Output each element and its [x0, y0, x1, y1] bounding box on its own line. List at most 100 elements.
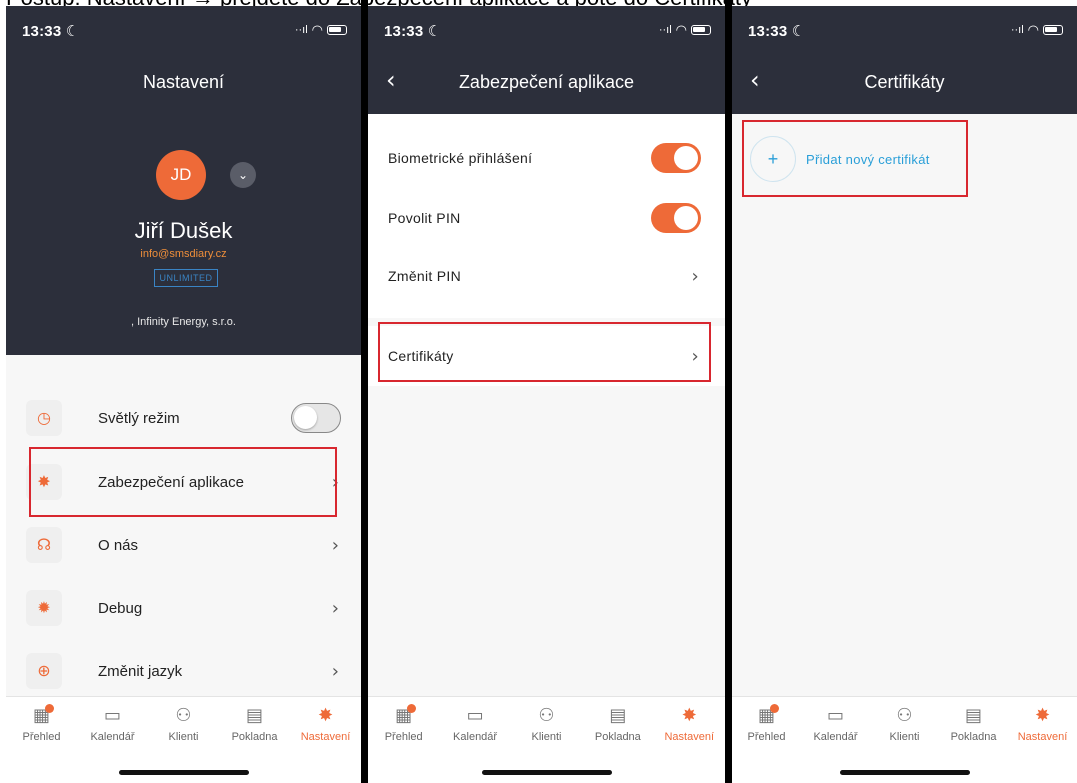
security-options: Biometrické přihlášení Povolit PIN Změni…: [368, 114, 725, 318]
calendar-icon: ▭: [466, 705, 484, 726]
screen-certificates: 13:33 ☾ ··ıl ◠ ‹ Certifikáty + Přidat no…: [732, 6, 1077, 783]
tab-calendar[interactable]: ▭ Kalendář: [803, 705, 869, 743]
speedometer-icon: ◷: [26, 400, 62, 436]
home-indicator: [118, 770, 249, 775]
screen-app-security: 13:33 ☾ ··ıl ◠ ‹ Zabezpečení aplikace Bi…: [368, 6, 725, 783]
tab-calendar[interactable]: ▭ Kalendář: [80, 705, 146, 743]
status-time: 13:33 ☾: [22, 23, 80, 40]
chevron-right-icon: ›: [331, 597, 339, 619]
divider: [725, 0, 732, 783]
home-indicator: [839, 770, 970, 775]
company-name: , Infinity Energy, s.r.o.: [131, 316, 236, 328]
nav-header: 13:33 ☾ ··ıl ◠ ‹ Zabezpečení aplikace: [368, 6, 725, 114]
highlight-box: [742, 120, 968, 197]
globe-icon: ⊕: [26, 653, 62, 689]
status-bar: 13:33 ☾ ··ıl ◠: [368, 6, 725, 56]
highlight-box: [29, 447, 337, 517]
wifi-icon: ◠: [1027, 22, 1039, 37]
tab-clients[interactable]: ⚇ Klienti: [151, 705, 217, 743]
page-title: Certifikáty: [864, 72, 945, 92]
row-label: Biometrické přihlášení: [388, 150, 533, 166]
menu-item-label: Debug: [98, 599, 143, 617]
home-indicator: [481, 770, 612, 775]
tab-overview[interactable]: ▦ Přehled: [734, 704, 800, 743]
page-title: Nastavení: [142, 72, 225, 92]
tab-bar: ▦ Přehled ▭ Kalendář ⚇ Klienti ▤ Pokladna ✸ N…: [732, 696, 1077, 783]
status-bar: 13:33 ☾ ··ıl ◠: [6, 6, 361, 56]
calendar-icon: ▭: [826, 705, 844, 726]
status-bar: 13:33 ☾ ··ıl ◠: [732, 6, 1077, 56]
pin-toggle[interactable]: [651, 203, 701, 233]
chevron-right-icon: ›: [691, 265, 699, 287]
receipt-icon: ▤: [609, 705, 627, 726]
status-time: 13:33 ☾: [748, 23, 806, 40]
bug-icon: ✹: [26, 590, 62, 626]
gear-icon: ✸: [681, 705, 697, 726]
receipt-icon: ▤: [245, 705, 263, 726]
tab-settings[interactable]: ✸ Nastavení: [656, 705, 722, 743]
row-label: Změnit PIN: [388, 268, 462, 284]
wifi-icon: ◠: [311, 22, 323, 37]
user-email: info@smsdiary.cz: [140, 248, 227, 260]
tab-settings[interactable]: ✸ Nastavení: [1010, 705, 1076, 743]
tab-clients[interactable]: ⚇ Klienti: [513, 705, 579, 743]
tab-clients[interactable]: ⚇ Klienti: [872, 705, 938, 743]
users-icon: ⚇: [896, 705, 913, 726]
screen-settings: 13:33 ☾ ··ıl ◠ Nastavení JD ⌄ Jiří Dušek…: [6, 6, 361, 783]
menu-item-label: Světlý režim: [98, 409, 180, 427]
page-title: Zabezpečení aplikace: [458, 72, 635, 92]
row-change-pin[interactable]: Změnit PIN ›: [388, 256, 701, 296]
status-icons: ··ıl ◠: [295, 22, 347, 38]
users-icon: ⚇: [538, 705, 555, 726]
tab-cashier[interactable]: ▤ Pokladna: [222, 705, 288, 743]
row-biometric-login: Biometrické přihlášení: [388, 138, 701, 178]
signal-icon: ··ıl: [294, 24, 308, 36]
wifi-icon: ◠: [675, 22, 687, 37]
battery-icon: [327, 25, 347, 35]
profile-header: 13:33 ☾ ··ıl ◠ Nastavení JD ⌄ Jiří Dušek…: [6, 6, 361, 355]
dashboard-icon: ▦: [395, 704, 417, 729]
tab-cashier[interactable]: ▤ Pokladna: [941, 705, 1007, 743]
gear-icon: ✸: [317, 705, 334, 726]
battery-icon: [691, 25, 711, 35]
menu-item-about[interactable]: ☊ O nás ›: [26, 515, 341, 575]
tab-overview[interactable]: ▦ Přehled: [9, 704, 75, 743]
status-icons: ··ıl ◠: [659, 22, 711, 38]
tab-settings[interactable]: ✸ Nastavení: [293, 705, 359, 743]
calendar-icon: ▭: [103, 705, 121, 726]
menu-item-label: Změnit jazyk: [98, 662, 183, 680]
tab-calendar[interactable]: ▭ Kalendář: [442, 705, 508, 743]
biometric-toggle[interactable]: [651, 143, 701, 173]
users-icon: ⚇: [175, 705, 192, 726]
menu-item-light-mode: ◷ Světlý režim: [26, 388, 341, 448]
dashboard-icon: ▦: [33, 704, 54, 729]
headphones-icon: ☊: [26, 527, 62, 563]
tab-cashier[interactable]: ▤ Pokladna: [585, 705, 651, 743]
tab-overview[interactable]: ▦ Přehled: [371, 704, 437, 743]
gear-icon: ✸: [1034, 705, 1051, 726]
avatar[interactable]: JD: [156, 150, 206, 200]
chevron-right-icon: ›: [331, 534, 339, 556]
tab-bar: ▦ Přehled ▭ Kalendář ⚇ Klienti ▤ Pokladna ✸ N…: [6, 696, 361, 783]
row-label: Povolit PIN: [388, 210, 461, 226]
tab-bar: ▦ Přehled ▭ Kalendář ⚇ Klienti ▤ Pokladna ✸ N…: [368, 696, 725, 783]
signal-icon: ··ıl: [1010, 24, 1024, 36]
chevron-right-icon: ›: [331, 660, 339, 682]
row-enable-pin: Povolit PIN: [388, 198, 701, 238]
highlight-box: [378, 322, 711, 382]
menu-item-debug[interactable]: ✹ Debug ›: [26, 578, 341, 638]
chevron-down-icon[interactable]: ⌄: [230, 162, 256, 188]
status-icons: ··ıl ◠: [1011, 22, 1063, 38]
menu-item-change-language[interactable]: ⊕ Změnit jazyk ›: [26, 641, 341, 701]
status-time: 13:33 ☾: [384, 23, 442, 40]
plan-badge: UNLIMITED: [154, 269, 218, 287]
dashboard-icon: ▦: [758, 704, 779, 729]
user-name: Jiří Dušek: [134, 218, 233, 243]
receipt-icon: ▤: [964, 705, 982, 726]
divider: [361, 0, 368, 783]
nav-header: 13:33 ☾ ··ıl ◠ ‹ Certifikáty: [732, 6, 1077, 114]
battery-icon: [1043, 25, 1063, 35]
light-mode-toggle[interactable]: [291, 403, 341, 433]
menu-item-label: O nás: [98, 536, 139, 554]
signal-icon: ··ıl: [658, 24, 672, 36]
